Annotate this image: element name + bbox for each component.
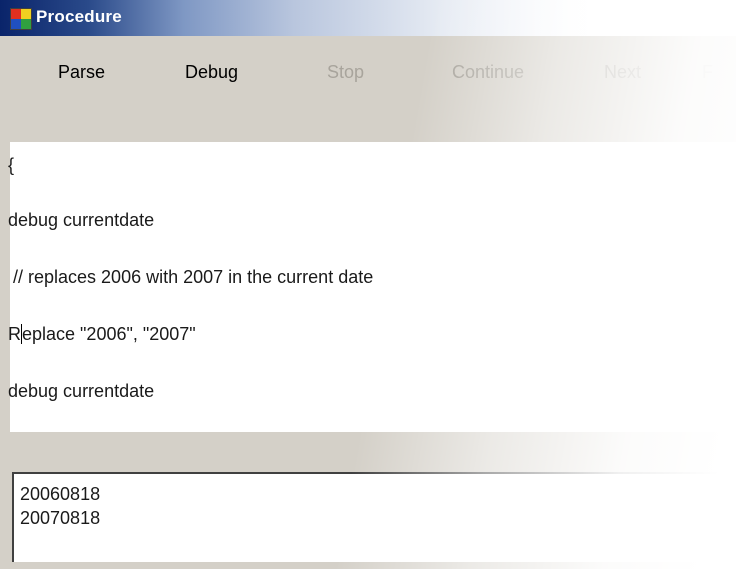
- code-line: debug currentdate: [8, 381, 155, 401]
- debug-button[interactable]: Debug: [185, 62, 238, 83]
- code-editor[interactable]: { debug currentdate // replaces 2006 wit…: [8, 142, 736, 432]
- code-line: {: [8, 155, 15, 175]
- window-title: Procedure: [36, 7, 122, 26]
- splitter[interactable]: [0, 432, 736, 472]
- next-button[interactable]: Next: [604, 62, 641, 83]
- output-line: 20060818: [20, 484, 101, 504]
- procedure-window: Procedure Parse Debug Stop Continue Next…: [0, 0, 736, 569]
- code-text: R: [8, 324, 21, 344]
- title-bar[interactable]: Procedure: [0, 0, 736, 36]
- app-icon-blue-quadrant: [11, 19, 21, 29]
- app-icon-yellow-quadrant: [21, 9, 31, 19]
- code-line: // replaces 2006 with 2007 in the curren…: [8, 267, 374, 287]
- bottom-edge: [0, 562, 736, 569]
- toolbar: Parse Debug Stop Continue Next F: [0, 36, 736, 142]
- parse-button[interactable]: Parse: [58, 62, 105, 83]
- truncated-toolbar-button[interactable]: F: [702, 62, 713, 83]
- output-pane[interactable]: 20060818 20070818: [12, 472, 736, 564]
- app-icon[interactable]: [10, 8, 32, 30]
- app-icon-green-quadrant: [21, 19, 31, 29]
- continue-button[interactable]: Continue: [452, 62, 524, 83]
- code-text: eplace "2006", "2007": [22, 324, 196, 344]
- code-line: debug currentdate: [8, 210, 155, 230]
- output-line: 20070818: [20, 508, 101, 528]
- app-icon-red-quadrant: [11, 9, 21, 19]
- code-line-with-caret: Replace "2006", "2007": [8, 324, 196, 345]
- stop-button[interactable]: Stop: [327, 62, 364, 83]
